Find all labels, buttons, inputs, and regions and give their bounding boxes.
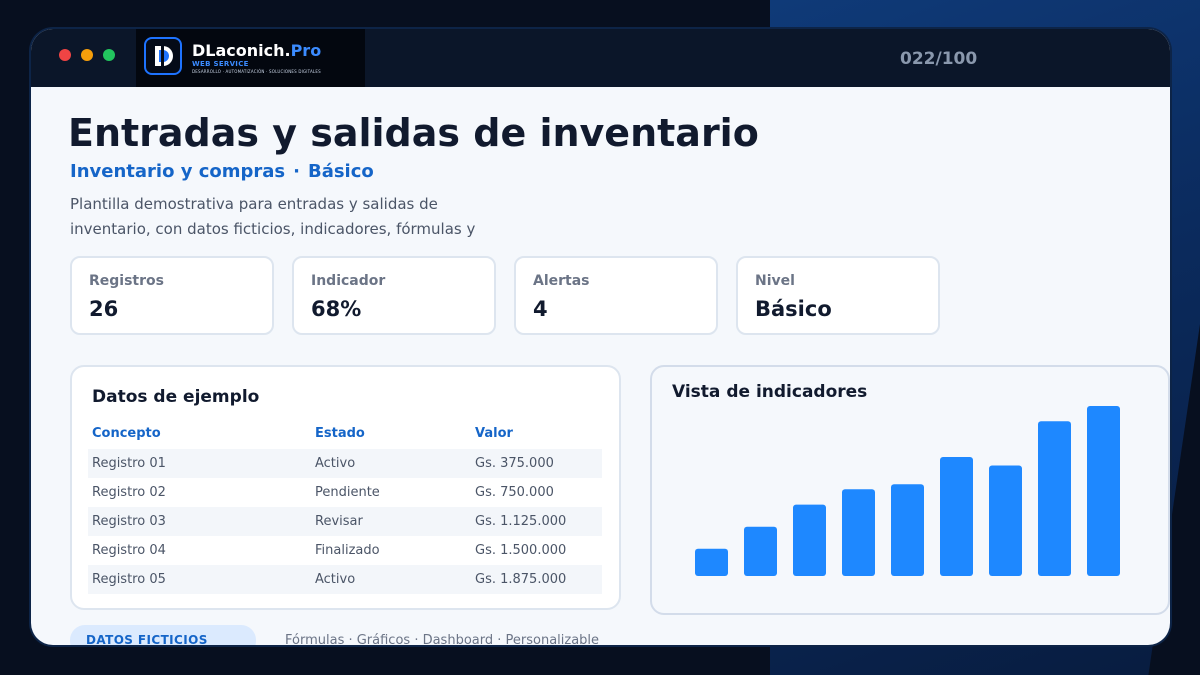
cell-estado: Finalizado — [315, 543, 380, 558]
chart-bar-7 — [989, 465, 1022, 576]
brand-name-text: DLaconich. — [192, 41, 291, 60]
table-row: Registro 04 Finalizado Gs. 1.500.000 — [88, 536, 602, 565]
table-row: Registro 02 Pendiente Gs. 750.000 — [88, 478, 602, 507]
column-header-estado: Estado — [315, 426, 365, 441]
close-window-button[interactable] — [59, 49, 71, 61]
stat-value: 68% — [311, 297, 362, 321]
maximize-window-button[interactable] — [103, 49, 115, 61]
fictitious-data-badge: DATOS FICTICIOS — [70, 625, 256, 645]
cell-estado: Revisar — [315, 514, 363, 529]
page-subtitle: Inventario y compras · Básico — [70, 161, 374, 182]
sample-data-card: Datos de ejemplo Concepto Estado Valor R… — [70, 365, 621, 610]
subtitle-separator: · — [293, 161, 300, 182]
page-description: Plantilla demostrativa para entradas y s… — [70, 195, 476, 238]
table-body: Registro 01 Activo Gs. 375.000 Registro … — [88, 449, 602, 594]
chart-bar-4 — [842, 489, 875, 576]
stat-card-nivel: Nivel Básico — [736, 256, 940, 335]
cell-estado: Pendiente — [315, 485, 380, 500]
sample-data-title: Datos de ejemplo — [92, 387, 260, 407]
bar-chart — [695, 406, 1120, 576]
cell-concepto: Registro 01 — [92, 456, 166, 471]
page-title: Entradas y salidas de inventario — [68, 111, 759, 155]
cell-valor: Gs. 1.875.000 — [475, 572, 567, 587]
chart-bar-5 — [891, 484, 924, 576]
cell-concepto: Registro 03 — [92, 514, 166, 529]
table-row: Registro 01 Activo Gs. 375.000 — [88, 449, 602, 478]
feature-list: Fórmulas · Gráficos · Dashboard · Person… — [285, 633, 600, 645]
logo-d-icon — [155, 46, 173, 66]
cell-estado: Activo — [315, 572, 356, 587]
slide-counter: 022/100 — [900, 49, 978, 69]
cell-valor: Gs. 1.500.000 — [475, 543, 567, 558]
stat-card-indicador: Indicador 68% — [292, 256, 496, 335]
table-row: Registro 05 Activo Gs. 1.875.000 — [88, 565, 602, 594]
chart-bar-9 — [1087, 406, 1120, 576]
brand-name-accent: Pro — [290, 41, 322, 60]
minimize-window-button[interactable] — [81, 49, 93, 61]
brand-tagline: DESARROLLO · AUTOMATIZACIÓN · SOLUCIONES… — [192, 69, 321, 74]
brand-subtitle: WEB SERVICE — [192, 60, 249, 68]
brand-logo: DLaconich.Pro WEB SERVICE DESARROLLO · A… — [136, 29, 365, 87]
table-header: Concepto Estado Valor — [92, 426, 602, 444]
app-window: DLaconich.Pro WEB SERVICE DESARROLLO · A… — [31, 29, 1170, 645]
logo-mark-icon — [144, 37, 182, 75]
cell-concepto: Registro 05 — [92, 572, 166, 587]
cell-concepto: Registro 02 — [92, 485, 166, 500]
stat-label: Registros — [89, 273, 164, 289]
cell-concepto: Registro 04 — [92, 543, 166, 558]
stat-label: Alertas — [533, 273, 590, 289]
cell-valor: Gs. 1.125.000 — [475, 514, 567, 529]
stat-value: 26 — [89, 297, 119, 321]
badge-label: DATOS FICTICIOS — [86, 633, 208, 645]
stat-label: Indicador — [311, 273, 386, 289]
cell-valor: Gs. 375.000 — [475, 456, 554, 471]
stat-card-alertas: Alertas 4 — [514, 256, 718, 335]
level-label: Básico — [307, 161, 374, 182]
column-header-concepto: Concepto — [92, 426, 161, 441]
chart-bar-6 — [940, 457, 973, 576]
cell-estado: Activo — [315, 456, 356, 471]
chart-bar-8 — [1038, 421, 1071, 576]
stat-card-registros: Registros 26 — [70, 256, 274, 335]
column-header-valor: Valor — [475, 426, 513, 441]
chart-bar-3 — [793, 504, 826, 576]
indicators-chart-card: Vista de indicadores — [650, 365, 1170, 615]
cell-valor: Gs. 750.000 — [475, 485, 554, 500]
brand-name: DLaconich.Pro — [192, 41, 321, 60]
window-titlebar: DLaconich.Pro WEB SERVICE DESARROLLO · A… — [31, 29, 1170, 87]
chart-bar-2 — [744, 526, 777, 576]
stat-value: Básico — [755, 297, 832, 321]
stat-label: Nivel — [755, 273, 795, 289]
stat-value: 4 — [533, 297, 548, 321]
chart-bar-1 — [695, 548, 728, 576]
table-row: Registro 03 Revisar Gs. 1.125.000 — [88, 507, 602, 536]
category-label: Inventario y compras — [70, 161, 286, 182]
